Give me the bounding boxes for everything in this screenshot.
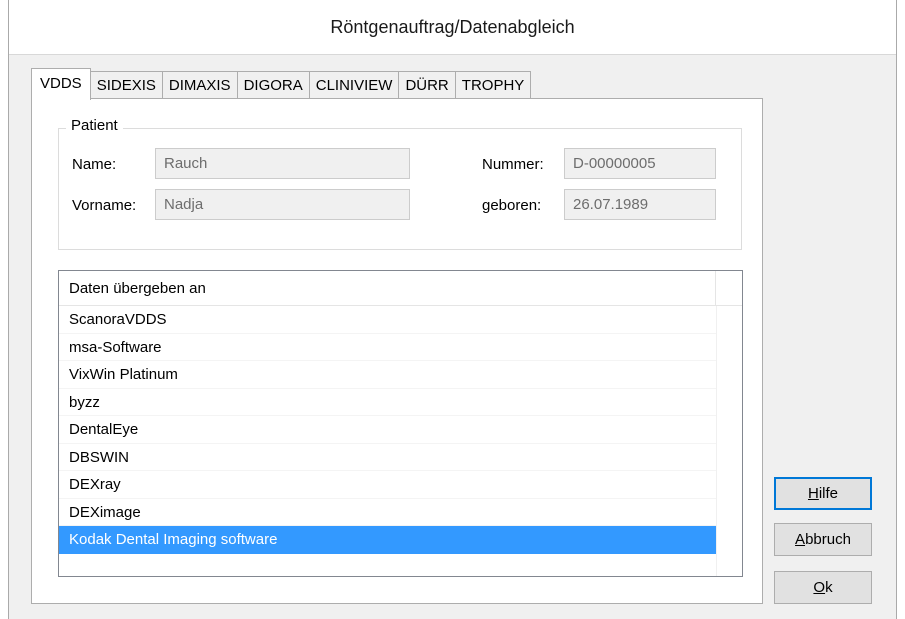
list-item[interactable]: DentalEye [59,416,716,444]
tab-cliniview[interactable]: CLINIVIEW [309,71,400,99]
list-item[interactable]: DBSWIN [59,444,716,471]
tab-digora[interactable]: DIGORA [237,71,310,99]
list-item[interactable]: DEXimage [59,499,716,526]
ok-button[interactable]: Ok [774,571,872,604]
dialog-window: Röntgenauftrag/Datenabgleich VDDS SIDEXI… [8,0,897,619]
tab-panel-vdds: Patient Name: Rauch Vorname: Nadja Numme… [31,98,763,604]
hilfe-button[interactable]: Hilfe [774,477,872,510]
window-title: Röntgenauftrag/Datenabgleich [9,0,896,55]
abbruch-mnemonic: A [795,531,806,548]
geboren-field[interactable]: 26.07.1989 [564,189,716,220]
abbruch-button[interactable]: Abbruch [774,523,872,556]
geboren-label: geboren: [482,197,542,214]
nummer-label: Nummer: [482,156,544,173]
list-item-selected[interactable]: Kodak Dental Imaging software [59,526,716,554]
listview-header: Daten übergeben an [59,271,742,306]
hilfe-mnemonic: H [807,485,819,502]
list-item[interactable]: msa-Software [59,334,716,361]
ok-label: k [825,579,833,596]
name-field[interactable]: Rauch [155,148,410,179]
name-label: Name: [72,156,117,173]
column-header-daten[interactable]: Daten übergeben an [59,271,716,306]
tab-dimaxis[interactable]: DIMAXIS [162,71,238,99]
abbruch-label: bbruch [805,531,851,548]
list-item[interactable]: byzz [59,389,716,416]
target-listview[interactable]: Daten übergeben an ScanoraVDDS msa-Softw… [58,270,743,577]
tab-strip: VDDS SIDEXIS DIMAXIS DIGORA CLINIVIEW DÜ… [31,67,532,100]
vorname-label: Vorname: [72,197,137,214]
tab-duerr[interactable]: DÜRR [399,71,456,99]
ok-mnemonic: O [813,579,826,596]
list-item[interactable]: ScanoraVDDS [59,306,716,334]
tab-vdds[interactable]: VDDS [31,68,91,100]
vorname-field[interactable]: Nadja [155,189,410,220]
list-item[interactable]: VixWin Platinum [59,361,716,389]
tab-sidexis[interactable]: SIDEXIS [90,71,163,99]
listview-rows: ScanoraVDDS msa-Software VixWin Platinum… [59,306,742,554]
hilfe-label: ilfe [818,485,839,502]
patient-group-title: Patient [66,117,123,134]
patient-groupbox: Patient Name: Rauch Vorname: Nadja Numme… [58,117,742,250]
tab-trophy[interactable]: TROPHY [455,71,532,99]
list-item[interactable]: DEXray [59,471,716,499]
nummer-field[interactable]: D-00000005 [564,148,716,179]
